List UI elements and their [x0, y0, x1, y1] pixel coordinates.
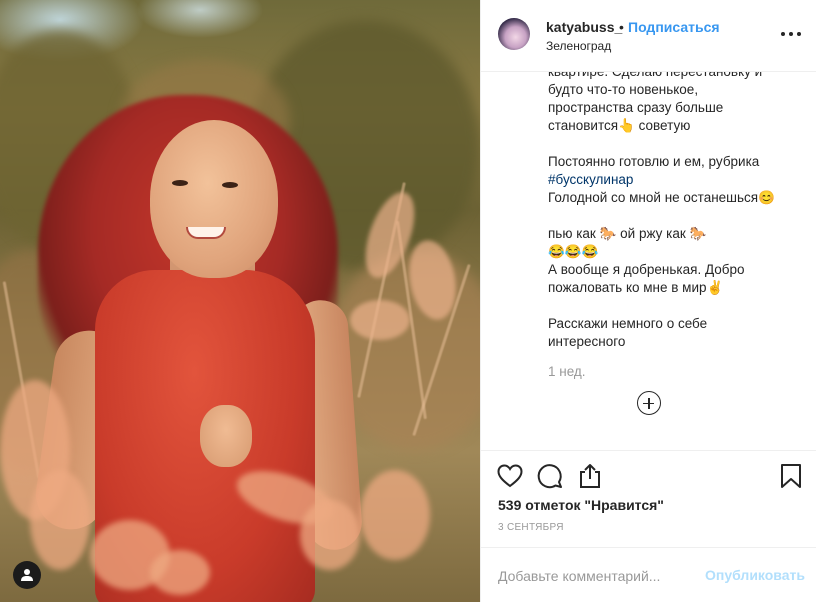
follow-button[interactable]: Подписаться: [628, 19, 720, 35]
subject-eye: [222, 182, 238, 188]
caption-line: квартире. Сделаю перестановку и: [548, 72, 798, 81]
post-actions: 539 отметок "Нравится" 3 сентября Опубли…: [481, 450, 816, 602]
bookmark-icon[interactable]: [777, 462, 805, 490]
post-header: katyabuss_ • Подписаться Зеленоград: [481, 0, 816, 72]
share-icon[interactable]: [576, 462, 604, 490]
instagram-post: katyabuss_ • Подписаться Зеленоград квар…: [0, 0, 816, 602]
comment-icon[interactable]: [536, 462, 564, 490]
hashtag-link[interactable]: #бусскулинар: [548, 171, 798, 189]
caption-line: Постоянно готовлю и ем, рубрика: [548, 154, 760, 169]
caption-line: пью как 🐎 ой ржу как 🐎: [548, 226, 707, 241]
comments-scroll-area[interactable]: квартире. Сделаю перестановку ибудто что…: [481, 72, 816, 450]
caption-line: пожаловать ко мне в мир✌: [548, 280, 724, 295]
caption-gap: [548, 207, 798, 225]
heart-icon[interactable]: [496, 462, 524, 490]
publish-button[interactable]: Опубликовать: [705, 567, 805, 583]
caption-gap: [548, 135, 798, 153]
likes-count[interactable]: 539 отметок "Нравится": [498, 497, 664, 513]
subject-smile: [186, 227, 226, 239]
subject-hand: [200, 405, 252, 467]
comment-form: Опубликовать: [481, 547, 816, 602]
caption-line: становится👆 советую: [548, 118, 691, 133]
post-date[interactable]: 3 сентября: [498, 522, 564, 533]
caption-line: 😂😂😂: [548, 244, 599, 259]
caption-gap: [548, 297, 798, 315]
caption-line: пространства сразу больше: [548, 100, 724, 115]
person-icon: [21, 569, 33, 581]
caption-line: А вообще я добренькая. Добро: [548, 262, 745, 277]
caption-line: будто что-то новенькое,: [548, 82, 699, 97]
location-link[interactable]: Зеленоград: [546, 39, 611, 53]
caption-line: Расскажи немного о себе: [548, 316, 708, 331]
plus-circle-icon[interactable]: [637, 391, 661, 415]
caption-line: Голодной со мной не останешься😊: [548, 190, 775, 205]
subject-eye: [172, 180, 188, 186]
post-photo[interactable]: [0, 0, 480, 602]
tagged-users-button[interactable]: [13, 561, 41, 589]
separator-dot: •: [619, 19, 624, 35]
caption-timestamp: 1 нед.: [548, 364, 586, 379]
post-sidebar: katyabuss_ • Подписаться Зеленоград квар…: [480, 0, 816, 602]
avatar[interactable]: [498, 18, 530, 50]
more-options-icon[interactable]: [781, 24, 801, 44]
caption-line: интересного: [548, 334, 626, 349]
author-username[interactable]: katyabuss_: [546, 19, 622, 35]
post-caption: квартире. Сделаю перестановку ибудто что…: [548, 72, 798, 351]
subject-face: [150, 120, 278, 278]
comment-input[interactable]: [498, 566, 698, 586]
